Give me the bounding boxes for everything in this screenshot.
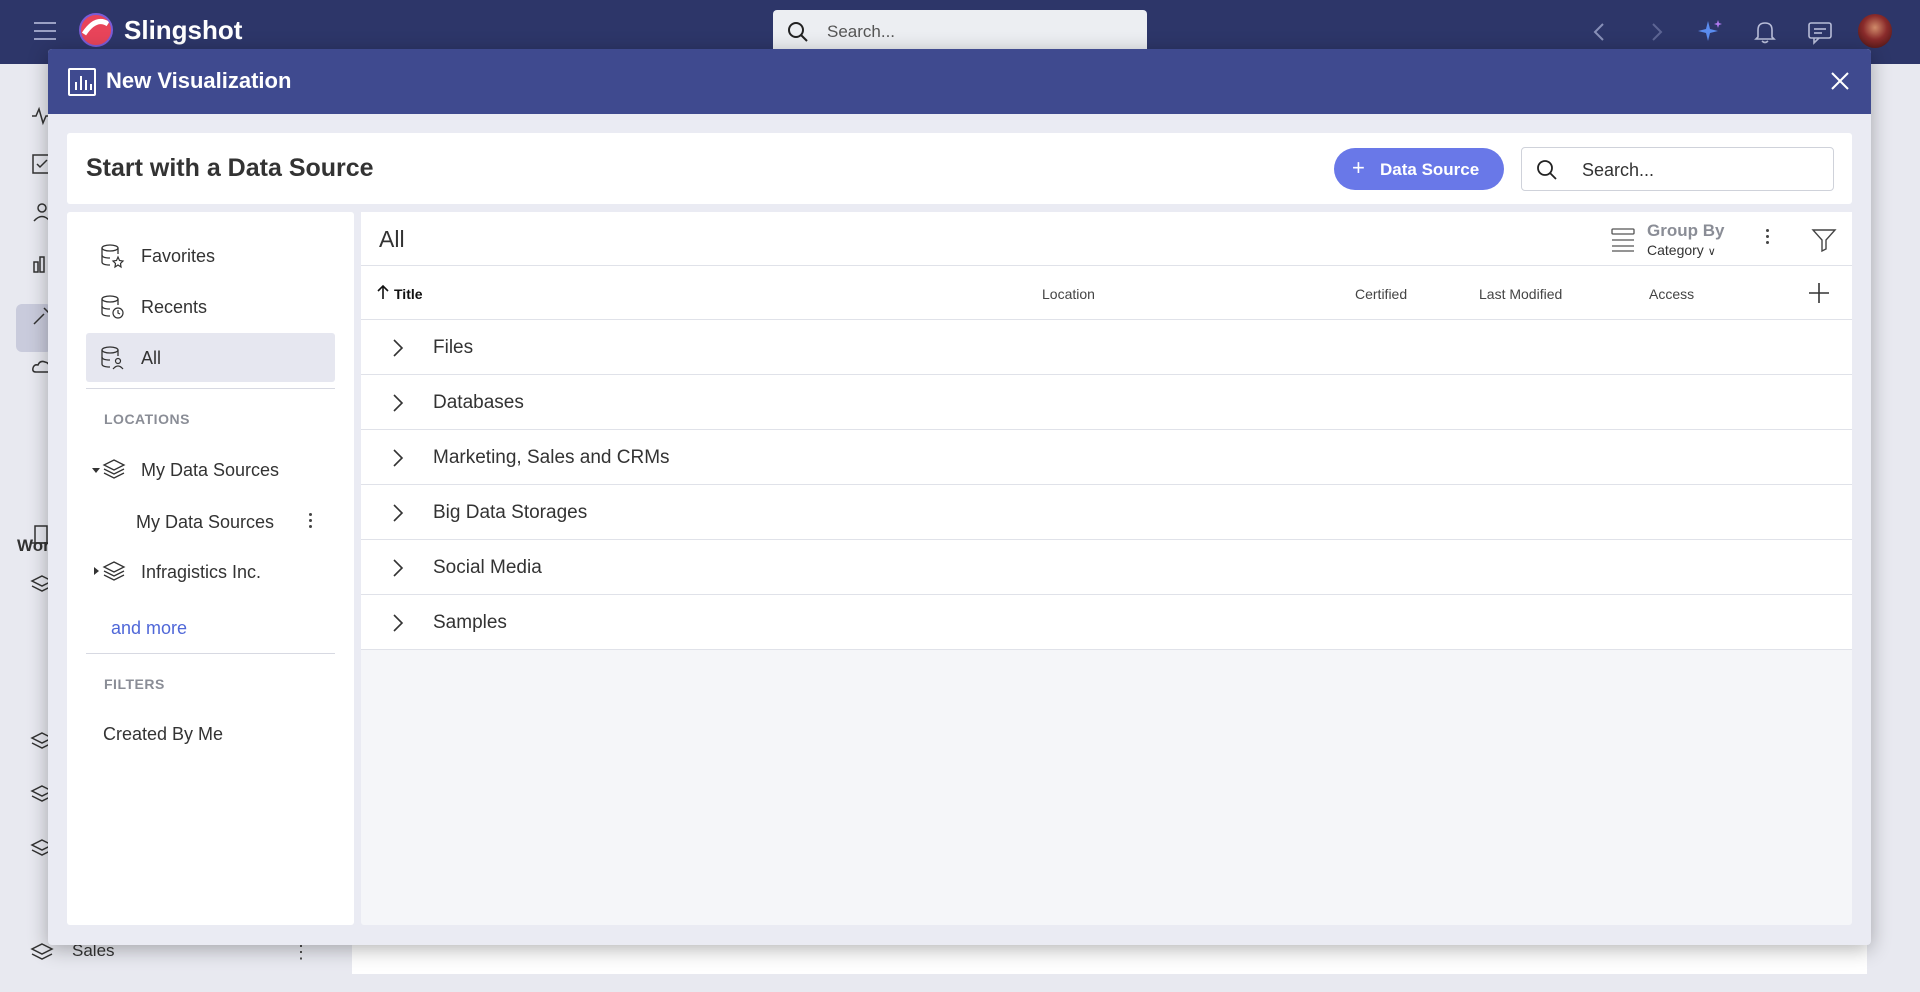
category-label: Samples (433, 612, 507, 633)
locations-heading: LOCATIONS (104, 411, 190, 427)
source-navigation-panel: Favorites Recents All LOCATIONS My Data … (67, 212, 354, 925)
category-row[interactable]: Big Data Storages (361, 485, 1852, 540)
data-source-heading: Start with a Data Source (86, 154, 374, 182)
category-label: Databases (433, 392, 524, 413)
dialog-header: New Visualization (48, 49, 1871, 114)
divider (86, 653, 335, 654)
list-header: All Group By Category ∨ (361, 212, 1852, 266)
data-source-search-input[interactable]: Search... (1521, 147, 1834, 191)
notifications-bell-icon[interactable] (1751, 18, 1779, 46)
close-icon[interactable] (1828, 69, 1852, 93)
column-title[interactable]: Title (394, 286, 423, 302)
global-search-placeholder: Search... (827, 22, 896, 41)
group-by-icon[interactable] (1611, 227, 1635, 253)
database-star-icon (101, 244, 125, 269)
nav-recents-label: Recents (141, 297, 208, 317)
chevron-right-icon (393, 449, 404, 467)
sort-ascending-icon[interactable] (376, 284, 390, 300)
more-options-icon[interactable] (1766, 229, 1770, 247)
nav-all[interactable]: All (86, 333, 335, 382)
list-title: All (379, 226, 405, 252)
chevron-right-icon (393, 559, 404, 577)
divider (86, 388, 335, 389)
nav-all-label: All (141, 348, 162, 368)
group-by-label: Group By (1647, 221, 1725, 240)
category-row[interactable]: Social Media (361, 540, 1852, 595)
layers-icon (102, 561, 126, 581)
global-search-input[interactable]: Search... (773, 10, 1147, 54)
database-clock-icon (101, 295, 124, 319)
collapse-caret-icon[interactable] (92, 468, 100, 473)
add-column-icon[interactable] (1808, 282, 1830, 304)
location-my-data-sources-child[interactable]: My Data Sources (136, 512, 274, 533)
search-icon (788, 22, 808, 42)
category-row[interactable]: Files (361, 320, 1852, 375)
category-label: Files (433, 337, 474, 358)
data-source-search-placeholder: Search... (1582, 160, 1655, 180)
column-last-modified[interactable]: Last Modified (1479, 286, 1562, 302)
dialog-title: New Visualization (106, 68, 292, 93)
chat-icon[interactable] (1806, 18, 1834, 46)
chevron-right-icon (393, 339, 404, 357)
filters-heading: FILTERS (104, 676, 165, 692)
expand-caret-icon[interactable] (94, 567, 99, 575)
chevron-right-icon (393, 614, 404, 632)
search-icon (1537, 160, 1557, 180)
nav-favorites-label: Favorites (141, 246, 216, 266)
visualization-icon (68, 68, 96, 96)
chevron-right-icon (393, 394, 404, 412)
nav-favorites[interactable]: Favorites (86, 231, 335, 280)
category-row[interactable]: Databases (361, 375, 1852, 430)
forward-arrow-icon[interactable] (1642, 18, 1670, 46)
hamburger-menu-icon[interactable] (34, 22, 56, 40)
category-label: Social Media (433, 557, 542, 578)
category-row[interactable]: Marketing, Sales and CRMs (361, 430, 1852, 485)
data-source-list-panel: All Group By Category ∨ Title Location C… (361, 212, 1852, 925)
column-access[interactable]: Access (1649, 286, 1694, 302)
more-options-icon[interactable] (309, 513, 313, 531)
group-by-select[interactable]: Category ∨ (1647, 242, 1716, 258)
filter-icon[interactable] (1811, 227, 1837, 253)
and-more-link[interactable]: and more (111, 618, 187, 639)
nav-recents[interactable]: Recents (86, 282, 335, 331)
new-visualization-dialog: New Visualization Start with a Data Sour… (48, 49, 1871, 945)
back-arrow-icon[interactable] (1586, 18, 1614, 46)
add-data-source-button[interactable]: + Data Source (1334, 148, 1504, 190)
background-more-icon[interactable]: ⋮ (292, 942, 310, 963)
plus-icon: + (1352, 155, 1365, 180)
location-my-data-sources[interactable]: My Data Sources (141, 460, 279, 481)
app-brand: Slingshot (124, 15, 243, 45)
user-avatar[interactable] (1858, 14, 1892, 48)
chevron-down-icon: ∨ (1707, 246, 1716, 258)
column-header-row: Title Location Certified Last Modified A… (361, 266, 1852, 320)
add-data-source-label: Data Source (1380, 160, 1480, 179)
data-source-bar: Start with a Data Source + Data Source S… (67, 133, 1852, 204)
ai-sparkle-icon[interactable] (1696, 18, 1724, 46)
filter-created-by-me[interactable]: Created By Me (103, 724, 223, 745)
group-by-value: Category (1647, 242, 1704, 258)
column-location[interactable]: Location (1042, 286, 1095, 302)
layers-icon (102, 459, 126, 479)
slingshot-logo-icon (79, 13, 113, 47)
column-certified[interactable]: Certified (1355, 286, 1407, 302)
chevron-right-icon (393, 504, 404, 522)
category-label: Big Data Storages (433, 502, 588, 523)
category-row[interactable]: Samples (361, 595, 1852, 650)
category-label: Marketing, Sales and CRMs (433, 447, 670, 468)
location-infragistics[interactable]: Infragistics Inc. (141, 562, 261, 583)
database-user-icon (101, 346, 124, 370)
